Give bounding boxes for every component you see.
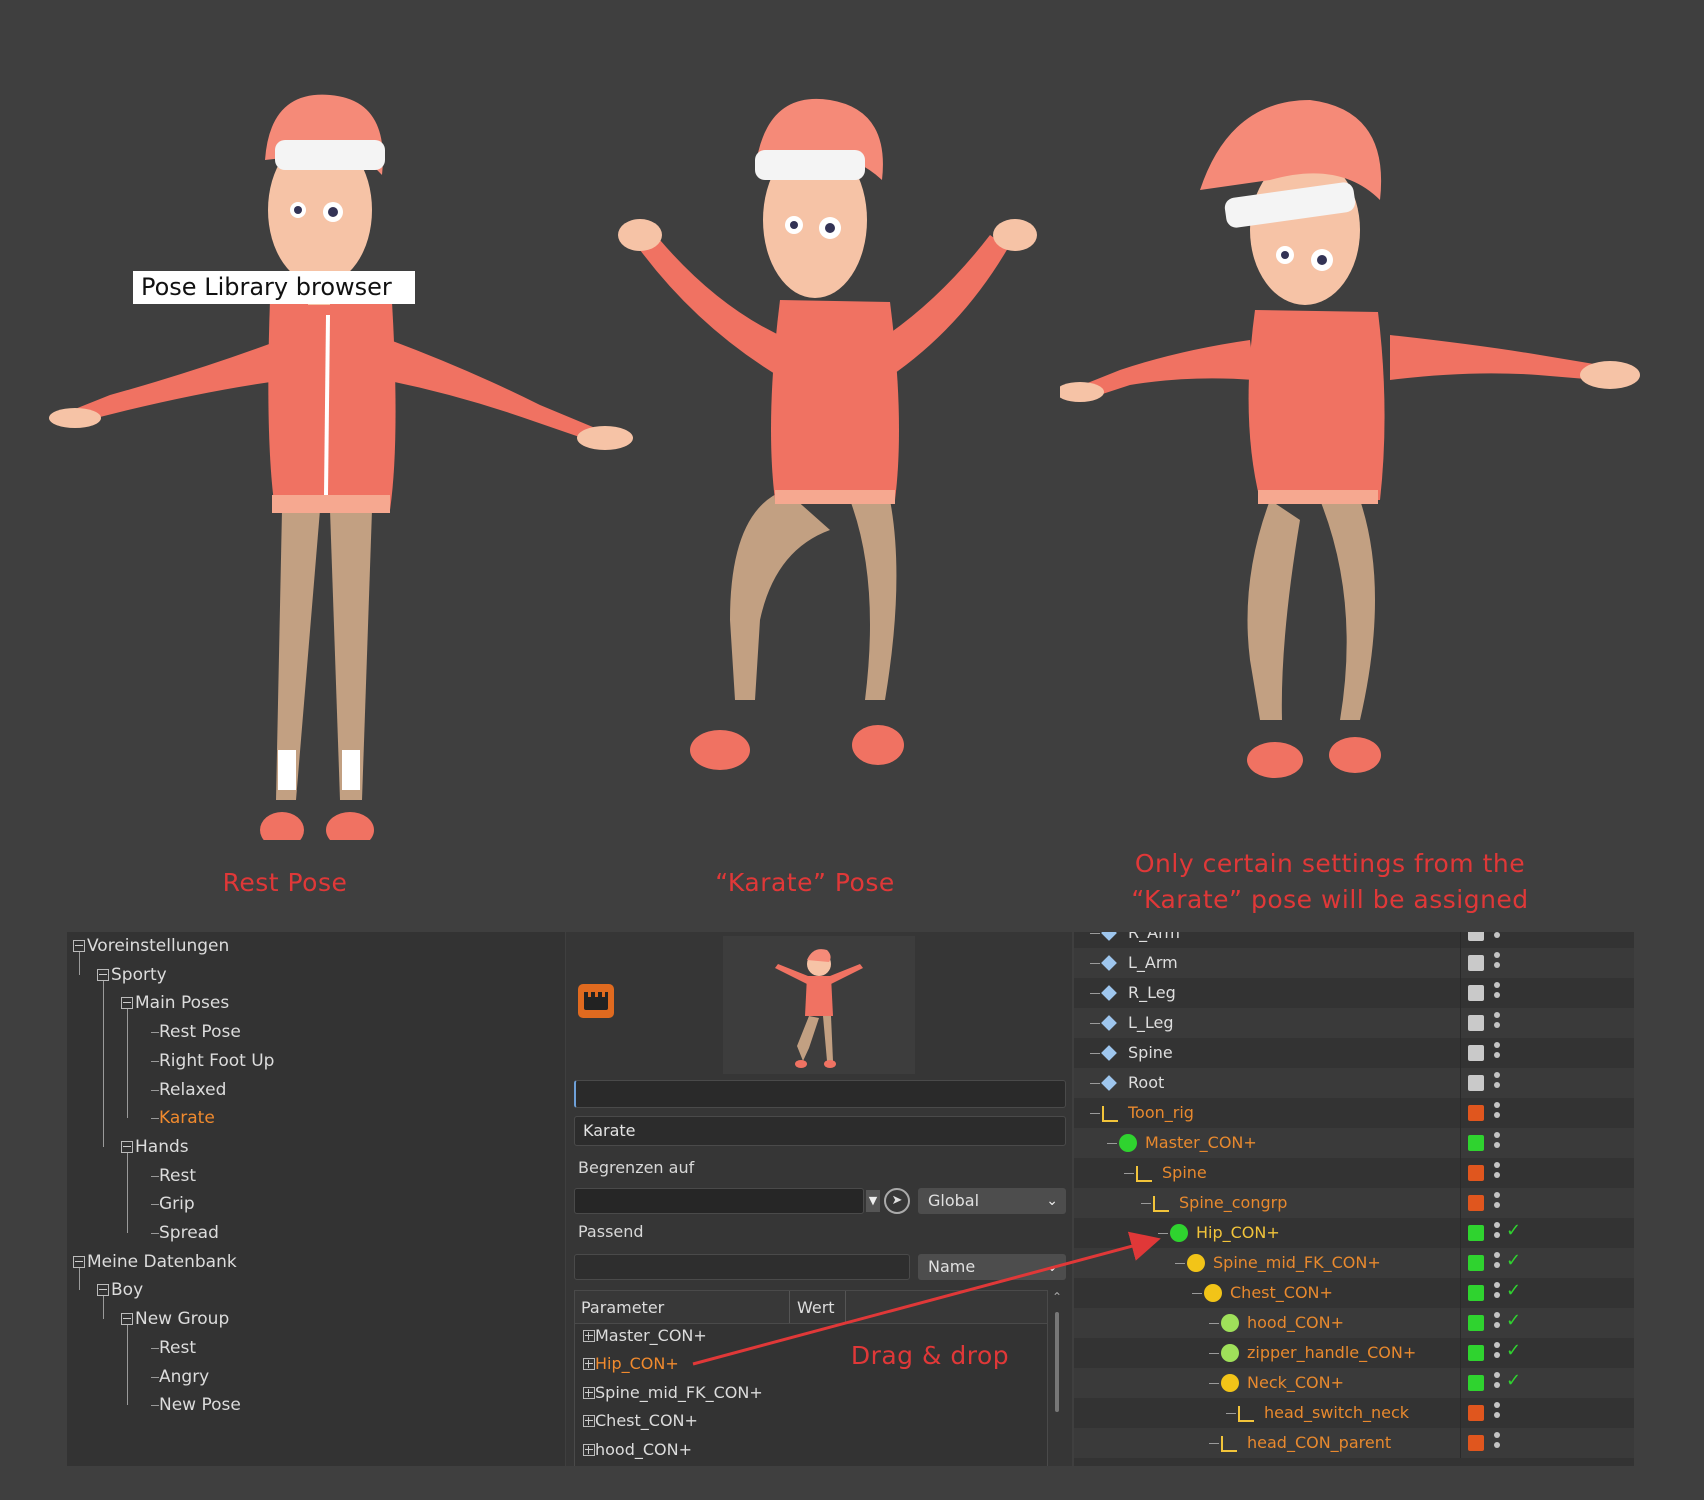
drag-drop-label: Drag & drop xyxy=(850,1341,1010,1370)
drag-arrow xyxy=(692,1231,1161,1366)
